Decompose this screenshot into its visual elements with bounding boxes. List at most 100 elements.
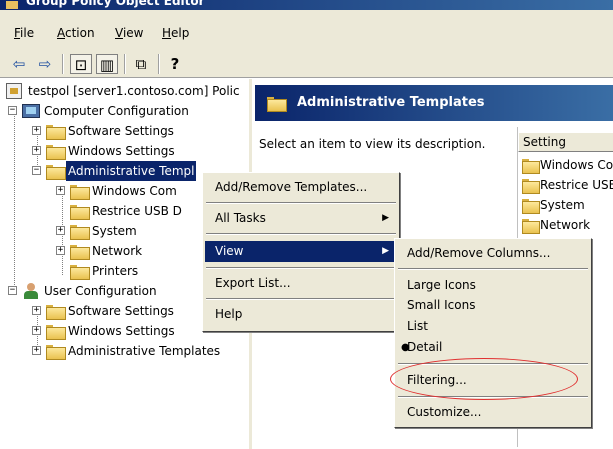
title-bar: Group Policy Object Editor — [0, 0, 613, 10]
menu-item-detail[interactable]: ● Detail — [397, 337, 589, 358]
tree-item-uc-software-settings[interactable]: + Software Settings — [32, 301, 174, 321]
menu-item-large-icons[interactable]: Large Icons — [397, 275, 589, 296]
tree-item-printers[interactable]: Printers — [56, 261, 138, 281]
menu-item-label: List — [407, 319, 428, 333]
tree-item-label: testpol [server1.contoso.com] Polic — [28, 84, 240, 98]
collapse-icon[interactable]: − — [32, 166, 41, 175]
user-icon — [22, 283, 40, 299]
selected-bullet-icon: ● — [401, 342, 410, 353]
menu-item-small-icons[interactable]: Small Icons — [397, 295, 589, 316]
collapse-icon[interactable]: − — [8, 286, 17, 295]
expand-icon[interactable]: + — [32, 146, 41, 155]
folder-icon — [46, 345, 66, 360]
description-text: Select an item to view its description. — [259, 137, 486, 151]
menu-help[interactable]: Help — [162, 26, 189, 40]
menu-separator — [398, 268, 588, 270]
app-icon — [6, 1, 18, 9]
menu-item-label: Add/Remove Templates... — [215, 180, 368, 194]
tree-item-windows-components[interactable]: + Windows Com — [56, 181, 177, 201]
tree-item-cc-software-settings[interactable]: + Software Settings — [32, 121, 174, 141]
menu-item-export-list[interactable]: Export List... — [205, 273, 397, 294]
folder-icon — [70, 205, 90, 220]
menu-item-label: View — [215, 244, 244, 258]
menu-item-view[interactable]: View ▶ — [205, 241, 397, 262]
tree-item-label: Restrice USB D — [92, 204, 182, 218]
folder-icon — [522, 159, 540, 174]
menu-item-customize[interactable]: Customize... — [397, 402, 589, 423]
expand-icon[interactable]: + — [56, 226, 65, 235]
tree-item-uc-administrative-templates[interactable]: + Administrative Templates — [32, 341, 220, 361]
menu-separator — [398, 363, 588, 365]
menu-separator — [206, 298, 396, 300]
toolbar-separator — [158, 54, 160, 74]
tree-item-label: Administrative Templates — [68, 344, 221, 358]
menu-separator — [398, 396, 588, 398]
tree-item-cc-administrative-templates[interactable]: − Administrative Templ — [32, 161, 197, 181]
menu-item-all-tasks[interactable]: All Tasks ▶ — [205, 208, 397, 229]
collapse-icon[interactable]: − — [8, 106, 17, 115]
folder-icon — [267, 97, 287, 112]
policy-icon — [6, 83, 22, 99]
menu-item-label: All Tasks — [215, 211, 266, 225]
expand-icon[interactable]: + — [32, 326, 41, 335]
details-header: Administrative Templates — [255, 85, 613, 121]
expand-icon[interactable]: + — [32, 306, 41, 315]
tree-item-root[interactable]: testpol [server1.contoso.com] Polic — [6, 81, 240, 101]
menu-item-label: Export List... — [215, 276, 291, 290]
forward-arrow-icon[interactable]: ⇨ — [34, 54, 56, 74]
list-item-label: Windows Co — [540, 158, 613, 172]
tree-item-label: Administrative Templ — [66, 161, 197, 181]
up-folder-icon[interactable]: ⊡ — [70, 54, 92, 74]
tree-item-label: Windows Settings — [68, 144, 175, 158]
details-title: Administrative Templates — [297, 95, 485, 110]
submenu-arrow-icon: ▶ — [382, 246, 389, 256]
tree-item-network[interactable]: + Network — [56, 241, 142, 261]
folder-icon — [522, 219, 540, 234]
expand-icon[interactable]: + — [32, 126, 41, 135]
folder-icon — [46, 325, 66, 340]
folder-icon — [70, 265, 90, 280]
tree-item-label: Software Settings — [68, 304, 174, 318]
expand-icon[interactable]: + — [56, 246, 65, 255]
show-hide-tree-icon[interactable]: ▥ — [96, 54, 118, 74]
tree-item-label: Printers — [92, 264, 139, 278]
help-icon[interactable]: ? — [164, 54, 186, 74]
tree-item-system[interactable]: + System — [56, 221, 137, 241]
tree-item-uc-windows-settings[interactable]: + Windows Settings — [32, 321, 175, 341]
back-arrow-icon[interactable]: ⇦ — [8, 54, 30, 74]
list-item-label: Restrice USB — [540, 178, 613, 192]
menu-item-list[interactable]: List — [397, 316, 589, 337]
menu-item-add-remove-templates[interactable]: Add/Remove Templates... — [205, 177, 397, 198]
open-folder-icon — [46, 165, 66, 180]
column-header-setting[interactable]: Setting — [518, 132, 613, 152]
computer-icon — [22, 104, 40, 118]
menu-item-label: Help — [215, 307, 243, 321]
folder-icon — [70, 245, 90, 260]
list-item-label: Network — [540, 218, 591, 232]
folder-icon — [70, 225, 90, 240]
toolbar-separator — [124, 54, 126, 74]
list-item-label: System — [540, 198, 585, 212]
menu-item-help[interactable]: Help — [205, 304, 397, 325]
menu-view[interactable]: View — [115, 26, 143, 40]
expand-icon[interactable]: + — [32, 346, 41, 355]
tree-item-user-configuration[interactable]: − User Configuration — [8, 281, 157, 301]
menu-file[interactable]: File — [14, 26, 34, 40]
folder-icon — [522, 199, 540, 214]
menu-item-add-remove-columns[interactable]: Add/Remove Columns... — [397, 243, 589, 264]
menu-action[interactable]: Action — [57, 26, 95, 40]
export-list-icon[interactable]: ⧉ — [130, 54, 152, 74]
tree-item-label: User Configuration — [44, 284, 157, 298]
folder-icon — [46, 125, 66, 140]
menu-separator — [206, 267, 396, 269]
menu-separator — [206, 202, 396, 204]
folder-icon — [46, 305, 66, 320]
tree-item-computer-configuration[interactable]: − Computer Configuration — [8, 101, 189, 121]
expand-icon[interactable]: + — [56, 186, 65, 195]
tree-item-label: System — [92, 224, 137, 238]
menu-item-filtering[interactable]: Filtering... — [397, 370, 589, 391]
tree-item-cc-windows-settings[interactable]: + Windows Settings — [32, 141, 175, 161]
menu-separator — [206, 233, 396, 235]
tree-item-restrice-usb[interactable]: Restrice USB D — [56, 201, 182, 221]
menu-item-label: Add/Remove Columns... — [407, 246, 551, 260]
